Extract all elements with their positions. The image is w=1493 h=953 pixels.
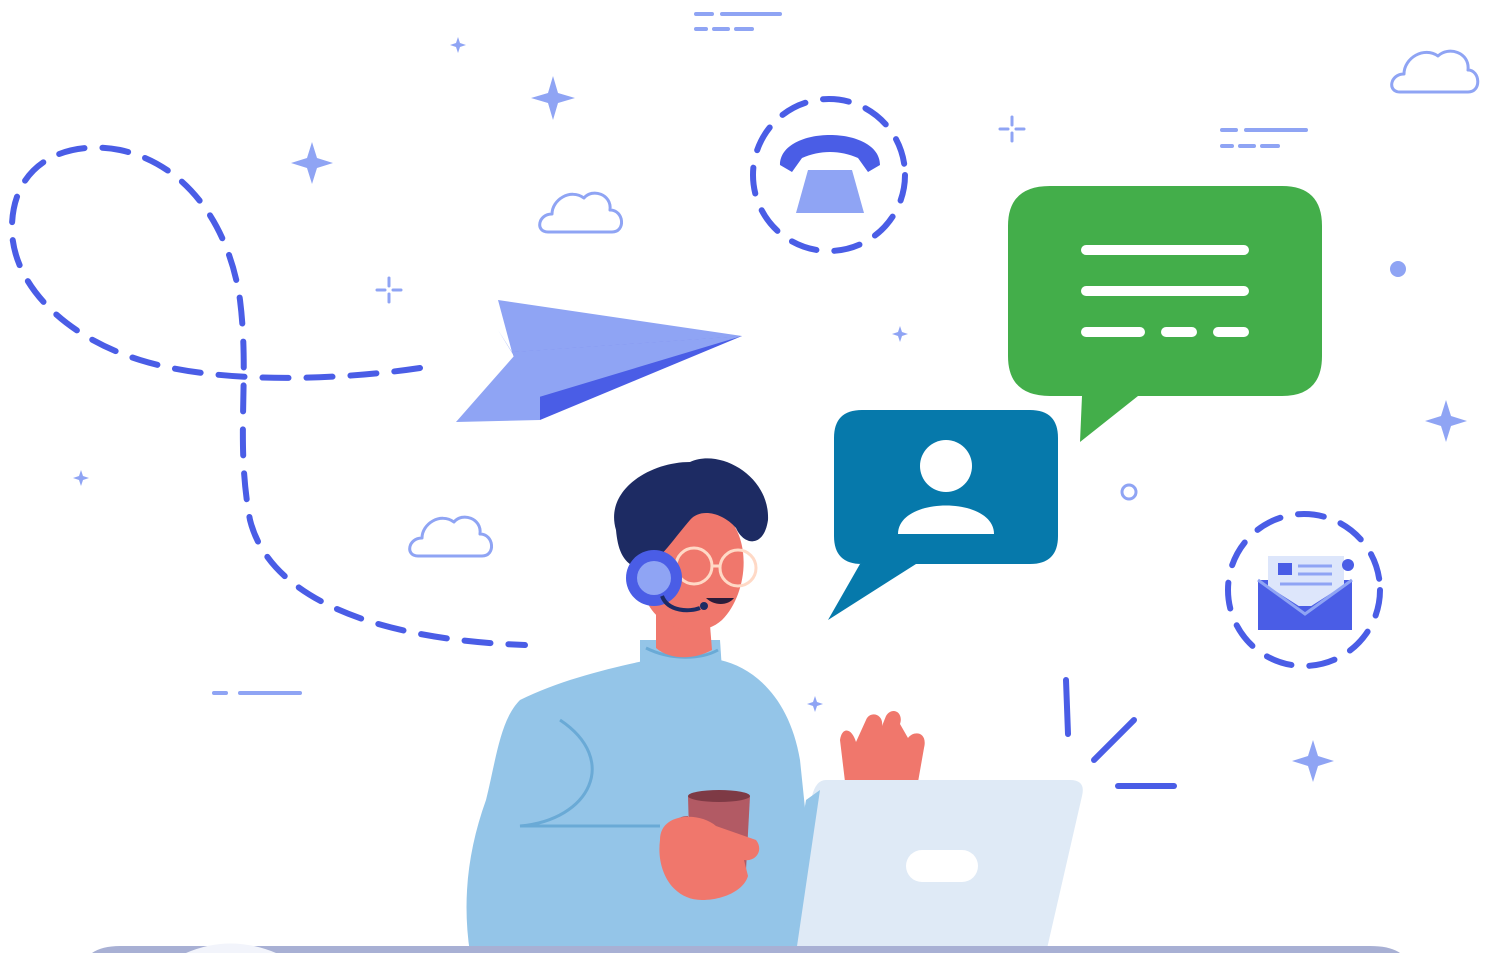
paper-plane-icon: [456, 300, 742, 422]
illustration-canvas: [8, 12, 1480, 953]
bottom-card-edge: [92, 946, 1400, 953]
bottom-card-highlight: [186, 943, 276, 953]
chat-bubble-icon: [1008, 186, 1322, 442]
attention-lines-decoration: [1063, 677, 1177, 789]
dot-decoration: [1390, 261, 1406, 277]
telephone-icon: [750, 96, 908, 254]
envelope-icon: [1225, 511, 1383, 669]
support-illustration: [0, 0, 1493, 953]
user-profile-icon: [920, 440, 972, 492]
crosshair-sparkle-icon: [375, 115, 1026, 304]
user-profile-bubble-icon: [828, 410, 1058, 620]
laptop-icon: [780, 780, 1083, 953]
dashed-loop-path: [8, 144, 528, 648]
sparkle-icon: [73, 37, 1467, 782]
ring-decoration: [1120, 483, 1138, 501]
